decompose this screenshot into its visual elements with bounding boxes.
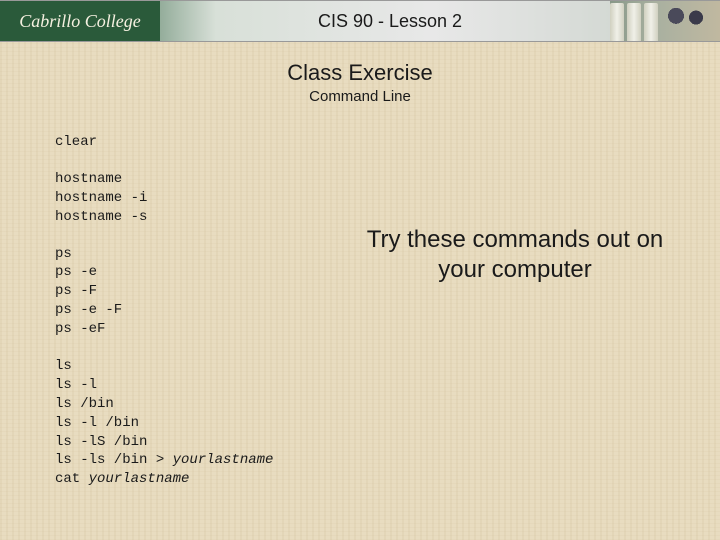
code-clear: clear	[55, 133, 670, 152]
content-area: clear hostname hostname -i hostname -s p…	[0, 105, 720, 489]
code-ls-arg: yourlastname	[173, 452, 274, 468]
callout-text: Try these commands out on your computer	[360, 225, 670, 285]
header-photo	[610, 1, 720, 41]
code-ls: ls ls -l ls /bin ls -l /bin ls -lS /bin …	[55, 357, 670, 489]
pillar-icon	[610, 3, 624, 41]
logo-text: Cabrillo College	[19, 11, 141, 32]
pillar-icon	[644, 3, 658, 41]
page-title: Class Exercise	[0, 60, 720, 86]
title-area: Class Exercise Command Line	[0, 60, 720, 105]
code-cat-pre: cat	[55, 471, 89, 487]
page-subtitle: Command Line	[0, 88, 720, 105]
college-logo: Cabrillo College	[0, 1, 160, 41]
code-cat-arg: yourlastname	[89, 471, 190, 487]
code-hostname: hostname hostname -i hostname -s	[55, 170, 670, 227]
people-icon	[661, 5, 711, 41]
pillar-icon	[627, 3, 641, 41]
header-band: Cabrillo College CIS 90 - Lesson 2	[0, 0, 720, 42]
code-ls-lines: ls ls -l ls /bin ls -l /bin ls -lS /bin …	[55, 358, 173, 468]
